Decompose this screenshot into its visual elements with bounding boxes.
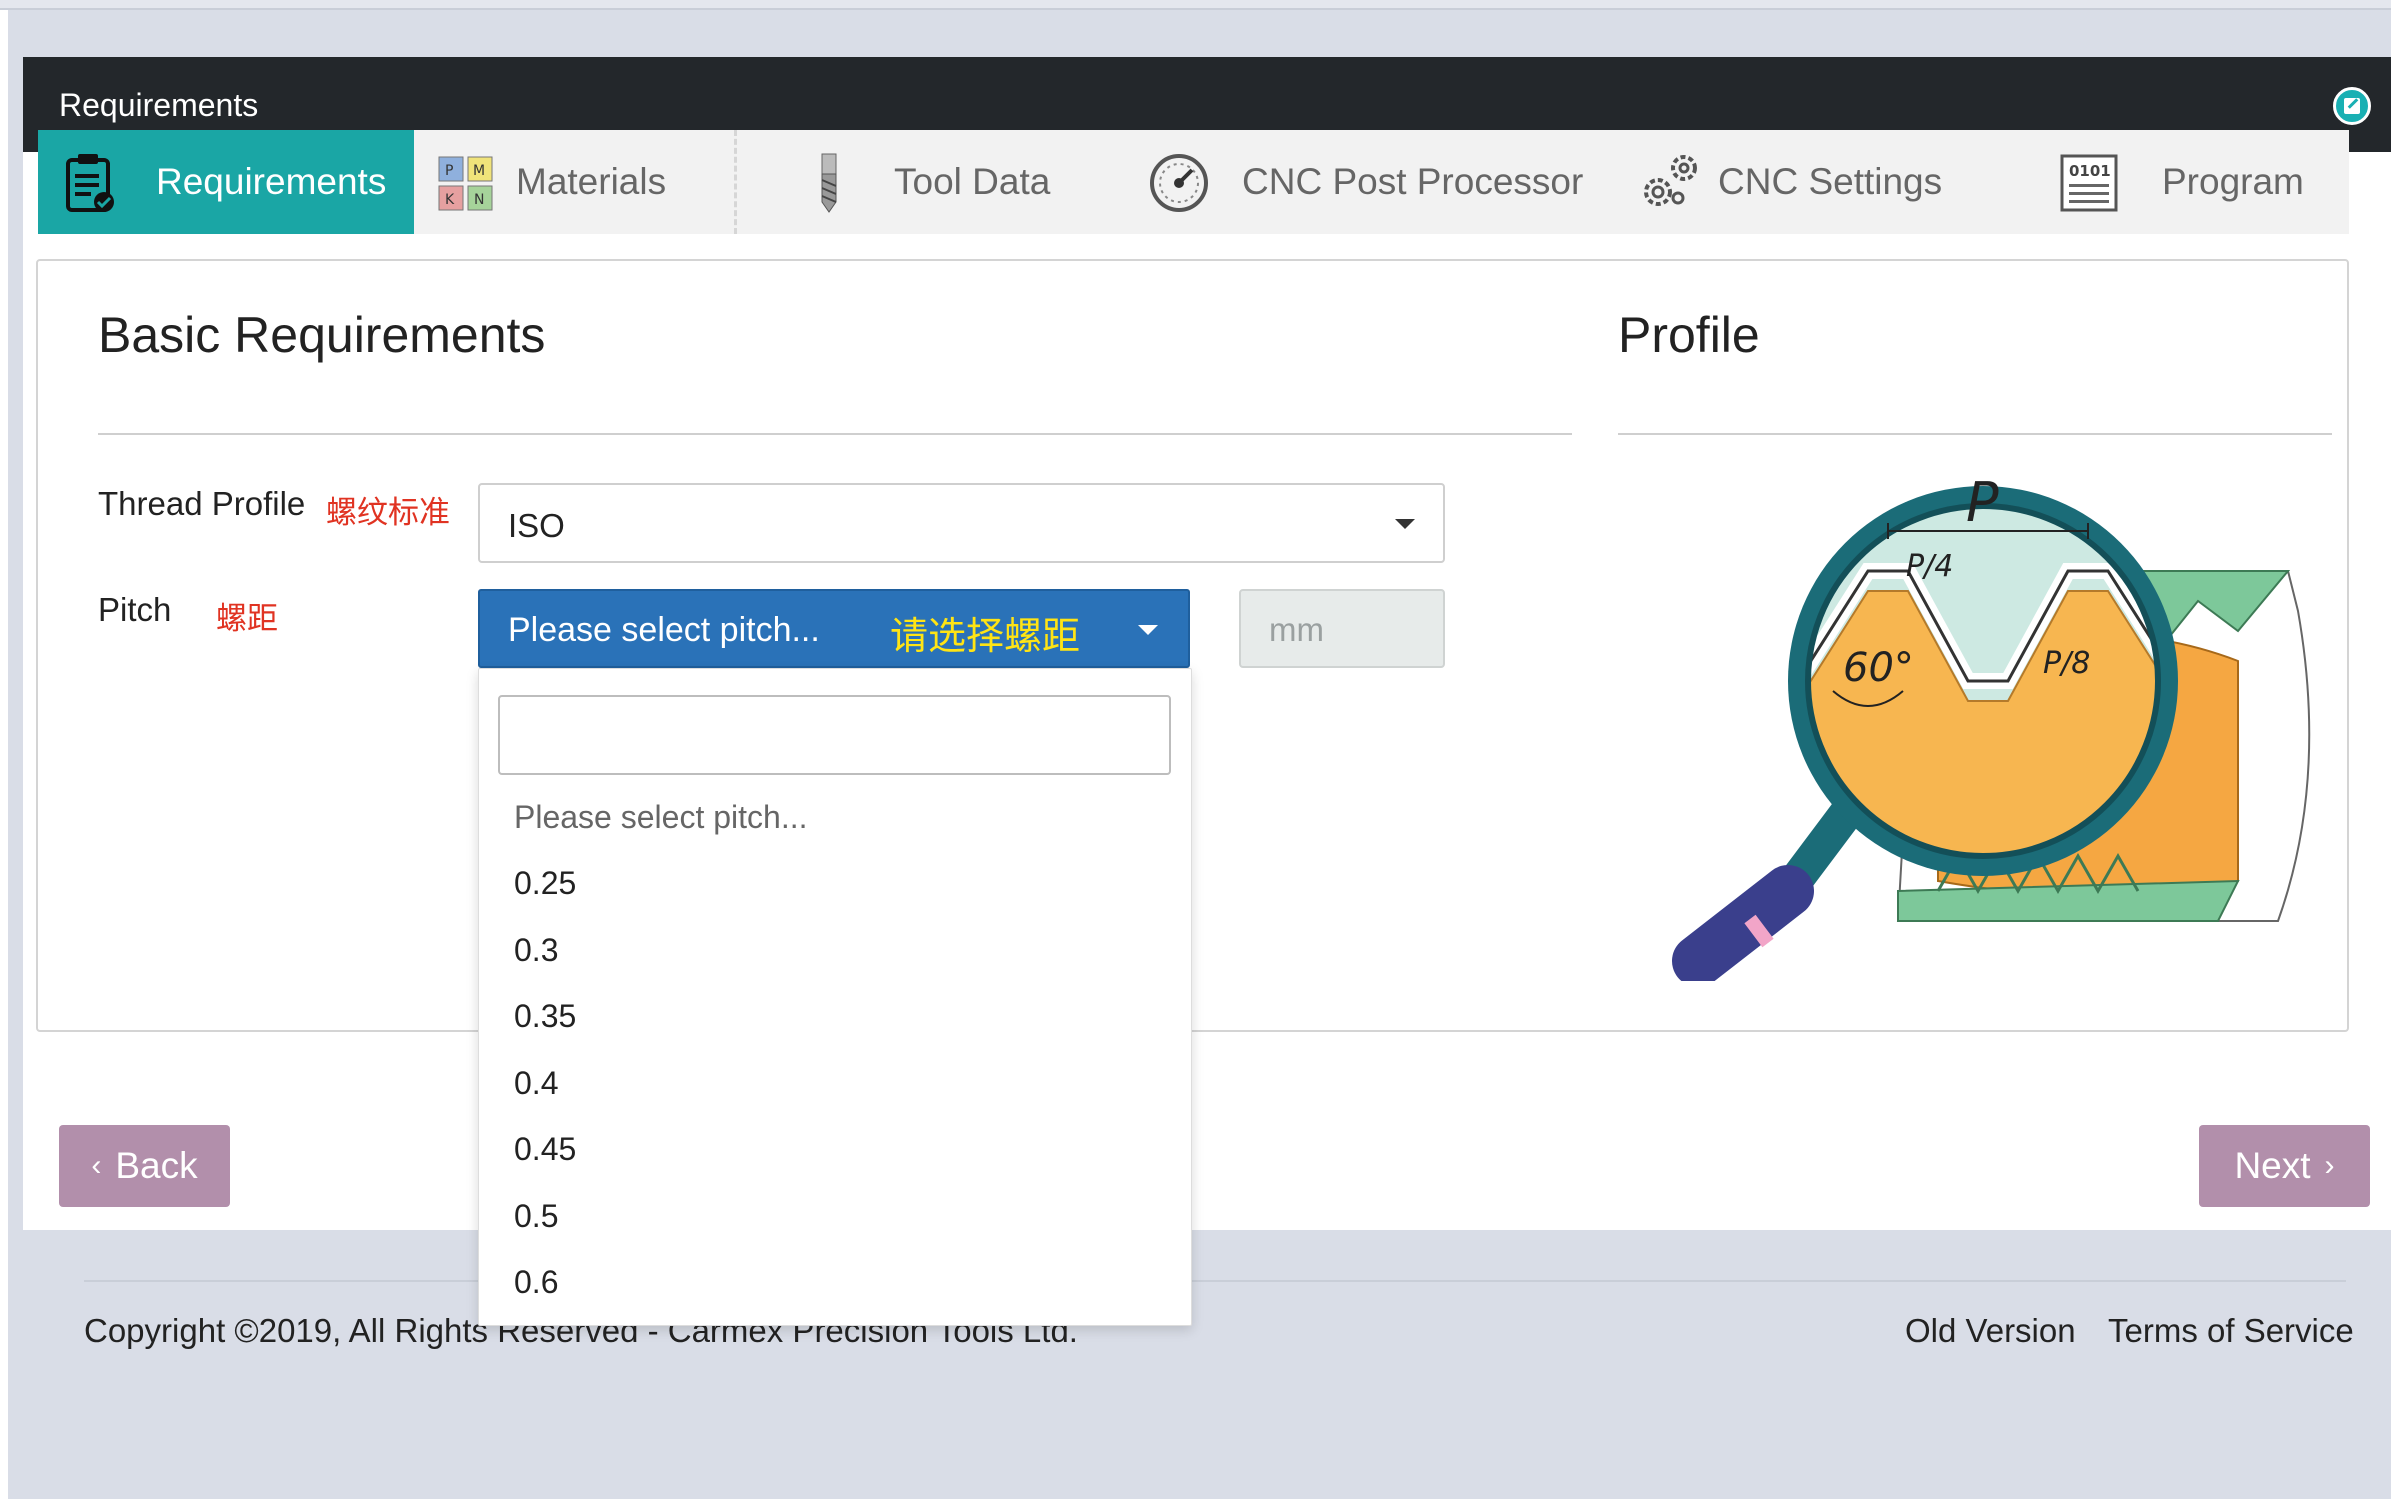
- terms-of-service-link[interactable]: Terms of Service: [2108, 1312, 2354, 1350]
- program-window-icon: 0101: [2060, 154, 2118, 221]
- pitch-select-value: Please select pitch...: [508, 611, 820, 649]
- gauge-icon: [1148, 152, 1210, 223]
- thread-profile-illustration: P P/4 60° P/8: [1638, 451, 2358, 1011]
- next-button[interactable]: Next ›: [2199, 1125, 2370, 1207]
- pitch-unit-field: mm: [1239, 589, 1445, 668]
- browser-top-strip: [0, 0, 2391, 10]
- expand-icon[interactable]: [2333, 87, 2371, 125]
- profile-divider: [1618, 433, 2332, 435]
- pitch-option[interactable]: 0.4: [514, 1065, 558, 1102]
- tab-program-label: Program: [2162, 161, 2304, 202]
- svg-text:P/4: P/4: [1906, 549, 1953, 584]
- tab-materials-label: Materials: [516, 161, 667, 202]
- thread-profile-value: ISO: [508, 507, 565, 544]
- chevron-right-icon: ›: [2324, 1149, 2335, 1182]
- pitch-select[interactable]: Please select pitch... 请选择螺距: [478, 589, 1190, 668]
- svg-text:K: K: [445, 192, 455, 208]
- pitch-label: Pitch: [98, 591, 172, 628]
- basic-divider: [98, 433, 1572, 435]
- wizard-tabs: Requirements P M K N Materials Tool Data…: [38, 130, 2349, 234]
- svg-text:P/8: P/8: [2043, 646, 2090, 681]
- old-version-link[interactable]: Old Version: [1905, 1312, 2076, 1350]
- pitch-option[interactable]: 0.3: [514, 932, 558, 969]
- tab-cnc-post-processor-label: CNC Post Processor: [1242, 161, 1584, 202]
- pitch-option-placeholder[interactable]: Please select pitch...: [514, 799, 807, 836]
- tab-cnc-settings-label: CNC Settings: [1718, 161, 1943, 202]
- page-left-edge: [0, 10, 8, 1499]
- clipboard-check-icon: [64, 152, 116, 223]
- card-title: Requirements: [59, 87, 259, 123]
- thread-profile-select[interactable]: ISO: [478, 483, 1445, 563]
- svg-text:0101: 0101: [2069, 162, 2111, 180]
- basic-requirements-title: Basic Requirements: [98, 307, 546, 363]
- pitch-dropdown: Please select pitch... 0.25 0.3 0.35 0.4…: [478, 668, 1192, 1326]
- pitch-cn-label: 螺距: [216, 601, 278, 637]
- pmkn-grid-icon: P M K N: [438, 156, 494, 221]
- tab-cnc-post-processor[interactable]: CNC Post Processor: [1110, 130, 1630, 234]
- pitch-option[interactable]: 0.25: [514, 865, 576, 902]
- chevron-down-icon: [1138, 625, 1158, 635]
- tab-tool-data-label: Tool Data: [894, 161, 1051, 202]
- chevron-down-icon: [1395, 519, 1415, 529]
- requirements-panel: Basic Requirements Profile Thread Profil…: [36, 259, 2349, 1032]
- gears-icon: [1640, 150, 1702, 223]
- tab-tool-data[interactable]: Tool Data: [770, 130, 1110, 234]
- svg-text:P: P: [445, 163, 453, 179]
- tab-requirements[interactable]: Requirements: [38, 130, 414, 234]
- pitch-unit-placeholder: mm: [1269, 611, 1324, 648]
- chevron-left-icon: ‹: [91, 1149, 102, 1182]
- back-button-label: Back: [115, 1145, 198, 1186]
- tab-program[interactable]: 0101 Program: [2050, 130, 2349, 234]
- pitch-option[interactable]: 0.6: [514, 1264, 558, 1301]
- pitch-option[interactable]: 0.5: [514, 1198, 558, 1235]
- svg-text:M: M: [473, 163, 485, 179]
- footer-divider: [84, 1280, 2346, 1282]
- pitch-option[interactable]: 0.35: [514, 998, 576, 1035]
- tab-divider: [734, 130, 737, 234]
- next-button-label: Next: [2234, 1145, 2311, 1186]
- pitch-cn-hint: 请选择螺距: [890, 614, 1081, 658]
- tab-materials[interactable]: P M K N Materials: [414, 130, 770, 234]
- svg-text:N: N: [474, 192, 484, 208]
- pitch-search-input[interactable]: [498, 695, 1171, 775]
- pitch-option[interactable]: 0.45: [514, 1131, 576, 1168]
- tab-cnc-settings[interactable]: CNC Settings: [1630, 130, 2050, 234]
- drill-bit-icon: [818, 152, 840, 223]
- back-button[interactable]: ‹ Back: [59, 1125, 230, 1207]
- thread-profile-label: Thread Profile: [98, 485, 306, 522]
- tab-requirements-label: Requirements: [156, 161, 387, 202]
- profile-title: Profile: [1618, 307, 1760, 363]
- thread-profile-cn-label: 螺纹标准: [326, 495, 450, 531]
- svg-text:P: P: [1966, 471, 1999, 534]
- svg-text:60°: 60°: [1843, 645, 1914, 691]
